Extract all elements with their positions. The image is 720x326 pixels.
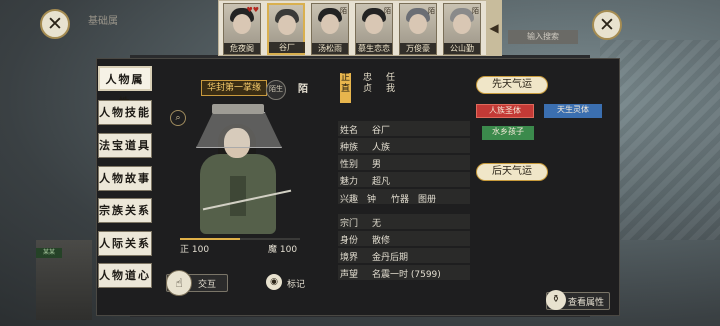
character-portrait [182, 104, 292, 238]
background-left-name: 某某 [36, 248, 62, 258]
roster-portrait[interactable]: 陌 慕生恋恋 [355, 3, 393, 55]
background-close-icon: ✕ [592, 10, 622, 40]
portrait-face [365, 14, 383, 34]
hand-icon[interactable]: ☝ [166, 270, 192, 296]
view-attributes-label: 查看属性 [568, 298, 605, 308]
roster-portrait[interactable]: ♥♥ 危夜阁 [223, 3, 261, 55]
info-value-gender: 男 [372, 160, 382, 170]
roster-portrait[interactable]: 陌 汤松雨 [311, 3, 349, 55]
hobby-value: 图册 [418, 195, 437, 205]
roster-name: 万俊豪 [400, 43, 436, 54]
roster-name: 谷厂 [269, 42, 305, 53]
portrait-face [278, 15, 296, 35]
luck-tag[interactable]: 人族圣体 [476, 104, 534, 118]
acquired-luck-header: 后天气运 [476, 163, 548, 181]
demonic-value: 魔 100 [268, 245, 298, 255]
eye-icon[interactable]: ◉ [266, 274, 282, 290]
veiled-hat [196, 112, 282, 148]
trait-tab-loyal[interactable]: 忠贞 [362, 73, 373, 103]
background-title: 基础属 [88, 16, 118, 27]
tab-clan-relations[interactable]: 宗族关系 [98, 198, 152, 223]
luck-tag[interactable]: 天生灵体 [544, 104, 602, 118]
roster-name: 慕生恋恋 [356, 43, 392, 54]
info-key-race: 种族 [340, 143, 359, 153]
tab-treasures-items[interactable]: 法宝道具 [98, 133, 152, 158]
info-value-sect: 无 [372, 219, 382, 229]
background-search-box: 输入搜索 [508, 30, 578, 44]
tab-character-skills[interactable]: 人物技能 [98, 100, 152, 125]
portrait-sash [230, 176, 246, 216]
info-key-charm: 魅力 [340, 177, 359, 187]
info-value-realm: 金丹后期 [372, 253, 409, 263]
mark-label[interactable]: 标记 [287, 277, 305, 290]
tab-character-attributes[interactable]: 人物属性 [98, 66, 152, 109]
tab-character-story[interactable]: 人物故事 [98, 166, 152, 191]
chevron-left-icon[interactable]: ◀ [486, 0, 502, 56]
trait-tab-willful[interactable]: 任我 [385, 73, 396, 103]
portrait-face [321, 14, 339, 34]
background-left-portrait: 某某 [36, 240, 92, 320]
gourd-icon[interactable]: ⚱ [546, 290, 566, 310]
portrait-face [233, 14, 251, 34]
roster-name: 汤松雨 [312, 43, 348, 54]
luck-tag[interactable]: 水乡孩子 [482, 126, 534, 140]
surname-tag: 陌 [298, 84, 308, 95]
info-value-name: 谷厂 [372, 126, 391, 136]
morality-bar-fill [180, 238, 240, 240]
character-title: 华封第一掌缘 [201, 80, 267, 96]
heart-icon: ♥♥ [246, 6, 259, 14]
stranger-seal-icon: 陌生 [266, 80, 286, 100]
portrait-face [409, 14, 427, 34]
stranger-tag: 陌 [472, 7, 479, 15]
close-icon[interactable]: ✕ [40, 9, 70, 39]
info-key-sect: 宗门 [340, 219, 359, 229]
info-key-realm: 境界 [340, 253, 359, 263]
info-key-prestige: 声望 [340, 270, 359, 280]
stranger-tag: 陌 [340, 7, 347, 15]
info-key-name: 姓名 [340, 126, 359, 136]
roster-portrait-selected[interactable]: 谷厂 [267, 3, 305, 55]
info-key-identity: 身份 [340, 236, 359, 246]
info-value-race: 人族 [372, 143, 391, 153]
roster-portrait[interactable]: 陌 公山勤 [443, 3, 481, 55]
info-key-gender: 性别 [340, 160, 359, 170]
hat-brim [212, 104, 264, 114]
info-value-identity: 散修 [372, 236, 391, 246]
stranger-tag: 陌 [428, 7, 435, 15]
trait-tab-upright[interactable]: 正直 [340, 73, 351, 103]
hobby-value: 竹器 [391, 195, 410, 205]
portrait-face [453, 14, 471, 34]
tab-social-relations[interactable]: 人际关系 [98, 231, 152, 256]
info-key-hobby: 兴趣 [340, 195, 359, 205]
character-roster-bar: ♥♥ 危夜阁 谷厂 陌 汤松雨 陌 慕生恋恋 陌 万俊豪 陌 公山勤 [218, 0, 502, 56]
tab-dao-heart[interactable]: 人物道心 [98, 263, 152, 288]
stranger-tag: 陌 [384, 7, 391, 15]
righteous-value: 正 100 [180, 245, 210, 255]
roster-portrait[interactable]: 陌 万俊豪 [399, 3, 437, 55]
info-value-prestige: 名震一时 (7599) [372, 270, 441, 280]
interact-label: 交互 [198, 280, 217, 290]
info-value-charm: 超凡 [372, 177, 391, 187]
roster-name: 公山勤 [444, 43, 480, 54]
roster-name: 危夜阁 [224, 43, 260, 54]
hobby-value: 钟 [367, 195, 377, 205]
innate-luck-header: 先天气运 [476, 76, 548, 94]
